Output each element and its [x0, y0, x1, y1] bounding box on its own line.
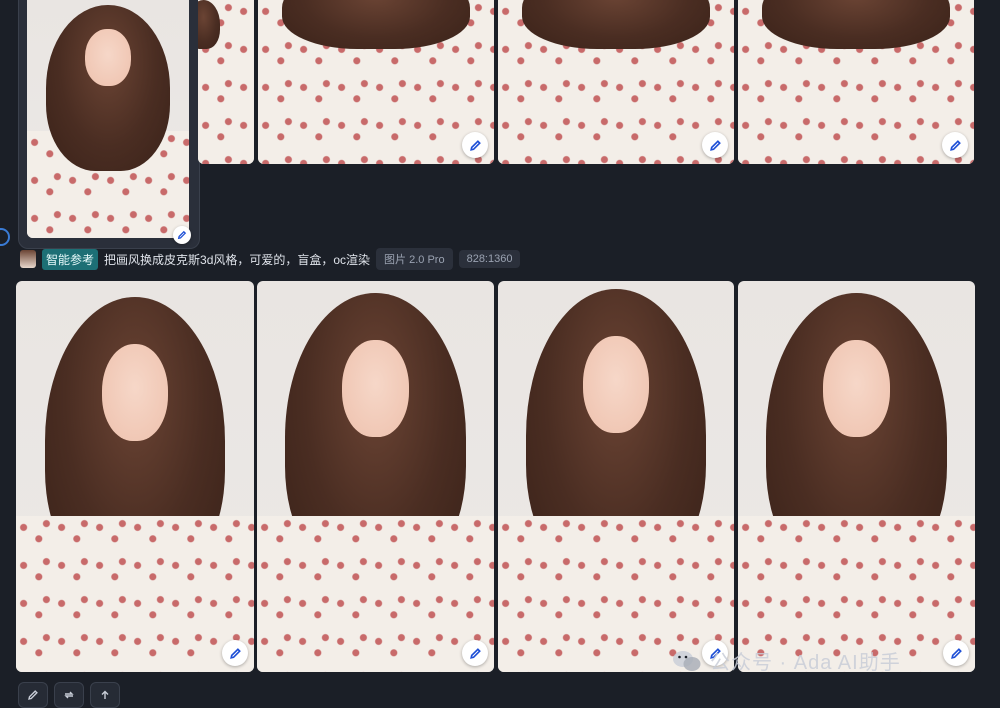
result-image-top-2[interactable]: [258, 0, 494, 164]
edit-image-button[interactable]: [943, 640, 969, 666]
prompt-text: 把画风换成皮克斯3d风格，可爱的，盲盒，oc渲染: [104, 252, 371, 267]
edit-tool-button[interactable]: [18, 682, 48, 708]
result-image-1[interactable]: [16, 281, 254, 672]
result-image-4[interactable]: [738, 281, 975, 672]
regenerate-icon: [64, 691, 74, 699]
edit-image-button[interactable]: [462, 640, 488, 666]
edit-image-button[interactable]: [462, 132, 488, 158]
aspect-ratio-badge: 828:1360: [458, 250, 521, 268]
pencil-icon: [950, 647, 962, 659]
result-image-2[interactable]: [257, 281, 494, 672]
smart-reference-tag[interactable]: 智能参考: [42, 248, 99, 270]
edit-image-button[interactable]: [222, 640, 248, 666]
watermark-text: 公众号 · Ada AI助手: [710, 652, 901, 674]
pencil-icon: [709, 139, 721, 151]
pencil-icon: [469, 139, 481, 151]
result-image-3[interactable]: [498, 281, 734, 672]
generation-info-row: 智能参考 把画风换成皮克斯3d风格，可爱的，盲盒，oc渲染 图片 2.0 Pro…: [20, 248, 521, 270]
reference-image-card[interactable]: [18, 0, 200, 249]
regenerate-button[interactable]: [54, 682, 84, 708]
wechat-icon: [673, 650, 701, 671]
pencil-icon: [949, 139, 961, 151]
reference-thumbnail[interactable]: [20, 250, 36, 268]
upload-button[interactable]: [90, 682, 120, 708]
result-image-top-3[interactable]: [498, 0, 734, 164]
edit-image-button[interactable]: [702, 132, 728, 158]
pencil-icon: [469, 647, 481, 659]
pencil-icon: [28, 690, 38, 700]
result-image-top-4[interactable]: [738, 0, 974, 164]
pencil-icon: [177, 230, 187, 240]
upload-icon: [101, 690, 109, 699]
selection-indicator[interactable]: [0, 228, 10, 246]
edit-image-button[interactable]: [942, 132, 968, 158]
edit-reference-button[interactable]: [173, 226, 191, 244]
pencil-icon: [229, 647, 241, 659]
result-image-top-1[interactable]: [198, 0, 254, 164]
model-badge: 图片 2.0 Pro: [376, 248, 453, 270]
watermark: 公众号 · Ada AI助手: [672, 646, 901, 675]
